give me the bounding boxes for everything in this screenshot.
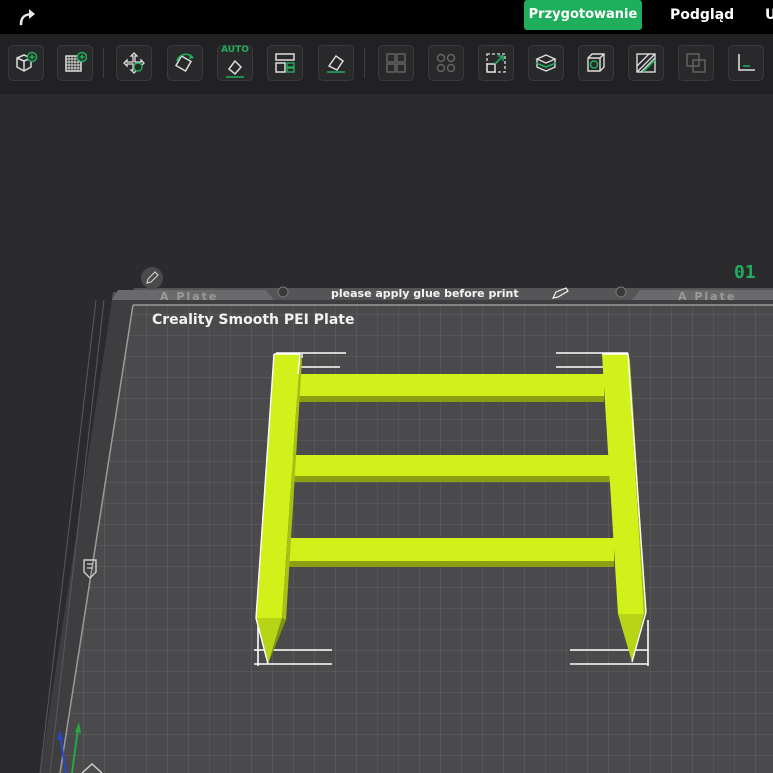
plate-number[interactable]: 01 [734, 262, 756, 283]
add-plate-icon [65, 51, 87, 72]
tab-upload[interactable]: U [765, 0, 773, 30]
rotate-button[interactable] [167, 45, 203, 81]
auto-orient-button[interactable]: AUTO [217, 45, 253, 81]
plate-type-name: Creality Smooth PEI Plate [152, 312, 355, 328]
lay-on-face-button[interactable] [318, 45, 354, 81]
paint-icon [636, 53, 656, 73]
boolean-button[interactable] [678, 45, 714, 81]
plate-screw [277, 286, 289, 298]
paint-button[interactable] [628, 45, 664, 81]
lay-on-face-icon [327, 54, 345, 73]
hollow-icon [587, 53, 605, 72]
measure-icon [738, 54, 755, 71]
plate-note: please apply glue before print [331, 287, 519, 300]
toolbar-separator [364, 48, 365, 78]
toolbar: AUTO [0, 34, 773, 94]
3d-viewport[interactable] [0, 94, 773, 773]
add-plate-button[interactable] [57, 45, 93, 81]
measure-button[interactable] [728, 45, 764, 81]
move-icon [123, 52, 145, 74]
scale-icon [486, 53, 506, 73]
add-cube-icon [16, 51, 38, 72]
split-objects-icon [386, 53, 406, 73]
add-cube-button[interactable] [8, 45, 44, 81]
tab-prepare[interactable]: Przygotowanie [524, 0, 642, 30]
arrange-button[interactable] [267, 45, 303, 81]
arrange-icon [275, 53, 295, 73]
auto-orient-icon [226, 59, 244, 78]
redo-arrow-icon[interactable] [16, 5, 40, 29]
top-bar: Przygotowanie Podgląd U [0, 0, 773, 34]
auto-label: AUTO [221, 45, 249, 55]
edit-plate-icon[interactable] [141, 267, 163, 289]
tab-preview[interactable]: Podgląd [670, 0, 734, 30]
split-parts-button[interactable] [428, 45, 464, 81]
cut-button[interactable] [528, 45, 564, 81]
boolean-icon [686, 53, 706, 73]
toolbar-separator [103, 48, 104, 78]
cut-icon [535, 54, 557, 72]
plate-label-left: A Plate [160, 290, 219, 303]
hollow-button[interactable] [578, 45, 614, 81]
plate-screw [615, 286, 627, 298]
move-button[interactable] [116, 45, 152, 81]
scale-button[interactable] [478, 45, 514, 81]
rotate-icon [174, 53, 194, 73]
split-objects-button[interactable] [378, 45, 414, 81]
plate-label-right: A Plate [678, 290, 737, 303]
split-parts-icon [436, 53, 456, 73]
